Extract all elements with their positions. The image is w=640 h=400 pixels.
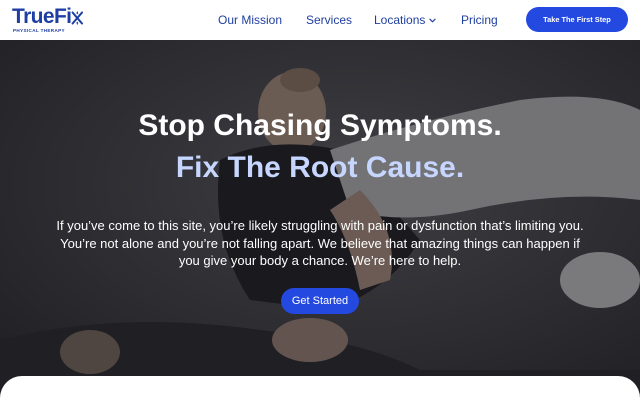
next-section-card [0, 376, 640, 400]
hero-description: If you’ve come to this site, you’re like… [56, 218, 584, 268]
take-first-step-button[interactable]: Take The First Step [526, 7, 628, 32]
hero-section: Stop Chasing Symptoms. Fix The Root Caus… [0, 40, 640, 400]
star-x-icon [71, 10, 84, 26]
nav-locations-label: Locations [374, 13, 426, 27]
hero-title-line1: Stop Chasing Symptoms. [138, 109, 502, 142]
hero-title-line2: Fix The Root Cause. [175, 151, 465, 184]
chevron-down-icon [429, 18, 437, 22]
logo-mark: TrueFi [12, 6, 84, 28]
nav-locations[interactable]: Locations [374, 12, 437, 28]
logo-wordmark: TrueFi [12, 5, 72, 28]
nav-our-mission[interactable]: Our Mission [218, 12, 282, 28]
get-started-button[interactable]: Get Started [281, 288, 359, 314]
nav-pricing[interactable]: Pricing [461, 12, 498, 28]
brand-logo[interactable]: TrueFi PHYSICAL THERAPY [12, 6, 84, 36]
logo-tagline: PHYSICAL THERAPY [13, 28, 65, 33]
nav-services[interactable]: Services [306, 12, 352, 28]
site-header: TrueFi PHYSICAL THERAPY Our Mission Serv… [0, 0, 640, 40]
